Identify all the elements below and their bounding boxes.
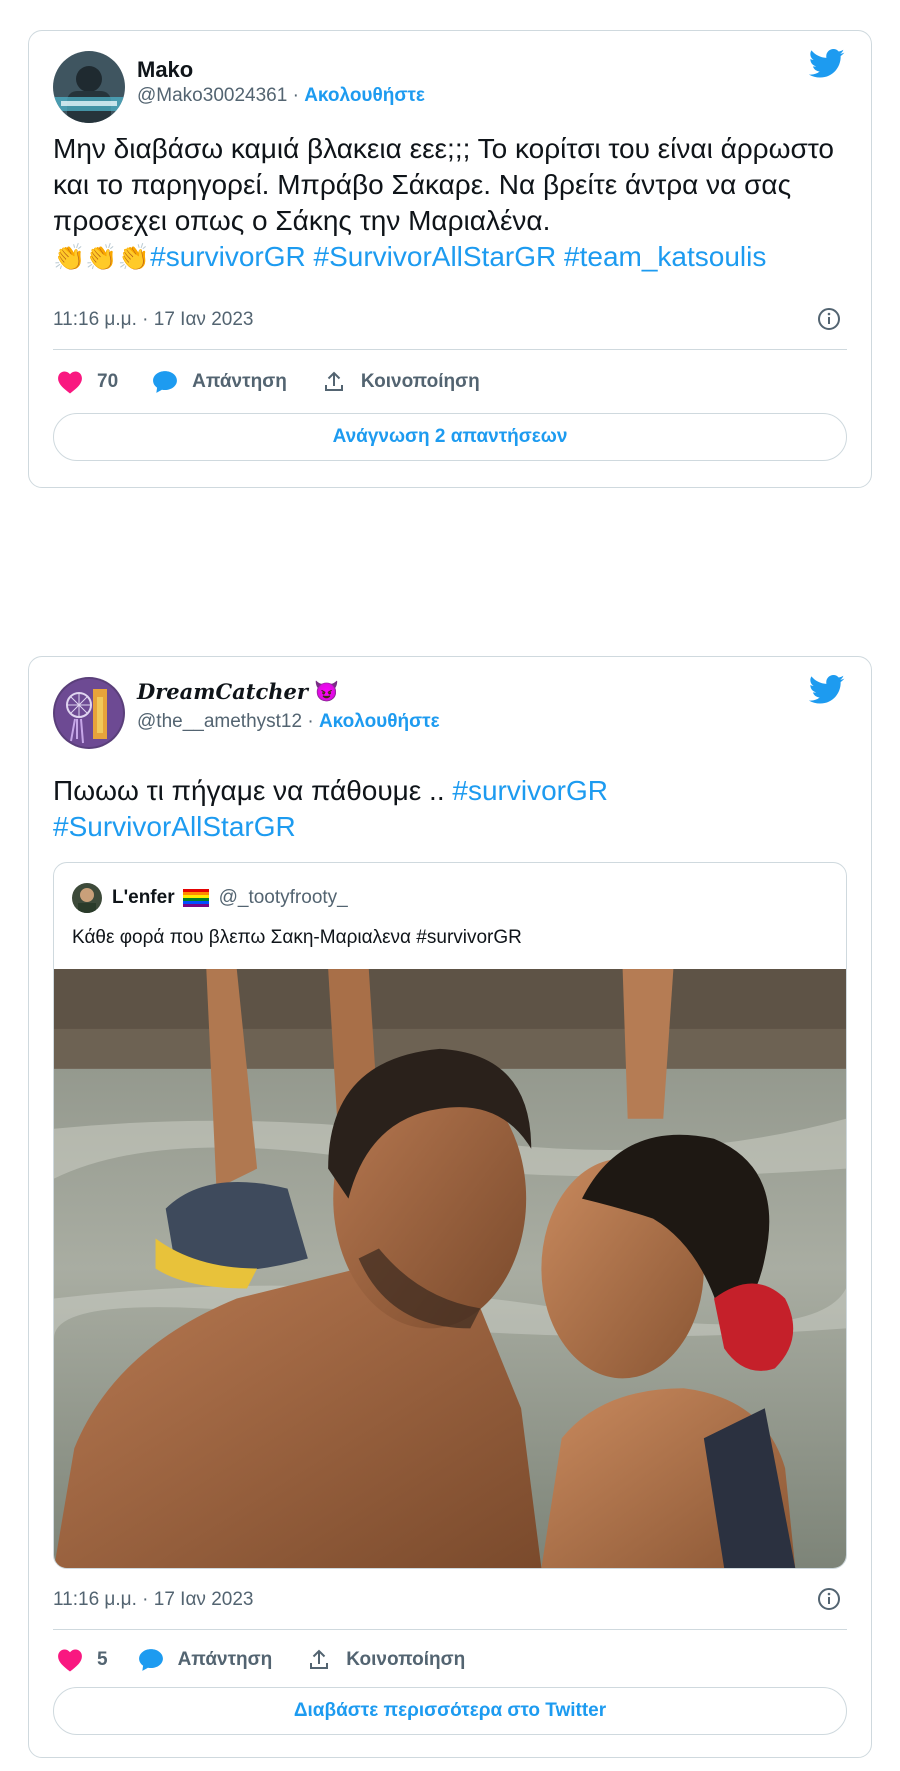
share-label: Κοινοποίηση [360,371,480,392]
author-handle[interactable]: @Mako30024361 [137,85,287,106]
reply-label: Απάντηση [192,371,287,392]
author-name-row: DreamCatcher 😈 [137,679,339,704]
like-count: 5 [97,1649,108,1670]
hashtag[interactable]: #survivorGR [452,775,608,806]
reply-button[interactable]: Απάντηση [138,1648,273,1672]
heart-icon [58,1649,82,1672]
hashtag[interactable]: #SurvivorAllStarGR [53,811,296,842]
quoted-author-handle: @_tootyfrooty_ [218,887,348,908]
tweet-body: Μην διαβάσω καμιά βλακεια εεε;;; Το κορί… [53,133,834,236]
action-bar: 5 Απάντηση Κοινοποίηση [57,1645,847,1675]
share-icon [324,371,343,391]
author-handle-line: @Mako30024361 · Ακολουθήστε [137,85,425,107]
divider [53,1629,847,1630]
author-name[interactable]: DreamCatcher [137,679,308,704]
share-icon [310,1649,329,1669]
timestamp[interactable]: 11:16 μ.μ. · 17 Ιαν 2023 [53,1589,847,1611]
separator: · [292,85,299,106]
tweet-text: Μην διαβάσω καμιά βλακεια εεε;;; Το κορί… [53,131,847,275]
follow-link[interactable]: Ακολουθήστε [304,85,425,106]
like-button[interactable]: 5 [57,1648,108,1672]
clap-emojis: 👏👏👏 [53,242,151,272]
tweet-body: Πωωω τι πήγαμε να πάθουμε .. [53,775,445,806]
hashtag[interactable]: #SurvivorAllStarGR [314,241,557,272]
read-replies-button[interactable]: Ανάγνωση 2 απαντήσεων [53,413,847,461]
read-more-on-twitter-button[interactable]: Διαβάστε περισσότερα στο Twitter [53,1687,847,1735]
quoted-tweet[interactable]: L'enfer @_tootyfrooty_ Κάθε φορά που βλε… [53,862,847,1569]
reply-label: Απάντηση [177,1649,273,1670]
tweet-card: DreamCatcher 😈 @the__amethyst12 · Ακολου… [28,656,872,1758]
avatar[interactable] [53,677,125,749]
info-icon[interactable] [817,307,841,331]
reply-button[interactable]: Απάντηση [152,370,287,394]
quoted-avatar [72,883,102,913]
separator: · [307,711,314,732]
reply-bubble-icon [138,1649,163,1671]
tweet-text: Πωωω τι πήγαμε να πάθουμε .. #survivorGR… [53,773,847,845]
timestamp[interactable]: 11:16 μ.μ. · 17 Ιαν 2023 [53,309,847,331]
share-label: Κοινοποίηση [346,1649,466,1670]
heart-icon [58,371,82,394]
divider [53,349,847,350]
quoted-tweet-text: Κάθε φορά που βλεπω Σακη-Μαριαλενα #surv… [72,927,522,948]
info-icon[interactable] [817,1587,841,1611]
quoted-tweet-header: L'enfer @_tootyfrooty_ [72,883,348,913]
devil-emoji: 😈 [313,681,339,703]
author-name[interactable]: Mako [137,57,193,83]
reply-bubble-icon [153,371,178,393]
share-button[interactable]: Κοινοποίηση [321,370,480,394]
follow-link[interactable]: Ακολουθήστε [319,711,440,732]
author-handle[interactable]: @the__amethyst12 [137,711,302,732]
quoted-tweet-photo[interactable] [54,969,846,1568]
hashtag[interactable]: #team_katsoulis [564,241,766,272]
twitter-bird-icon[interactable] [809,675,845,705]
avatar[interactable] [53,51,125,123]
action-bar: 70 Απάντηση Κοινοποίηση [57,367,847,397]
hashtag[interactable]: #survivorGR [150,241,306,272]
like-button[interactable]: 70 [57,370,118,394]
twitter-bird-icon[interactable] [809,49,845,79]
like-count: 70 [97,371,119,392]
author-handle-line: @the__amethyst12 · Ακολουθήστε [137,711,440,733]
share-button[interactable]: Κοινοποίηση [306,1648,465,1672]
quoted-author-name: L'enfer [112,887,175,908]
tweet-card: Mako @Mako30024361 · Ακολουθήστε Μην δια… [28,30,872,488]
rainbow-flag-icon [182,889,209,907]
